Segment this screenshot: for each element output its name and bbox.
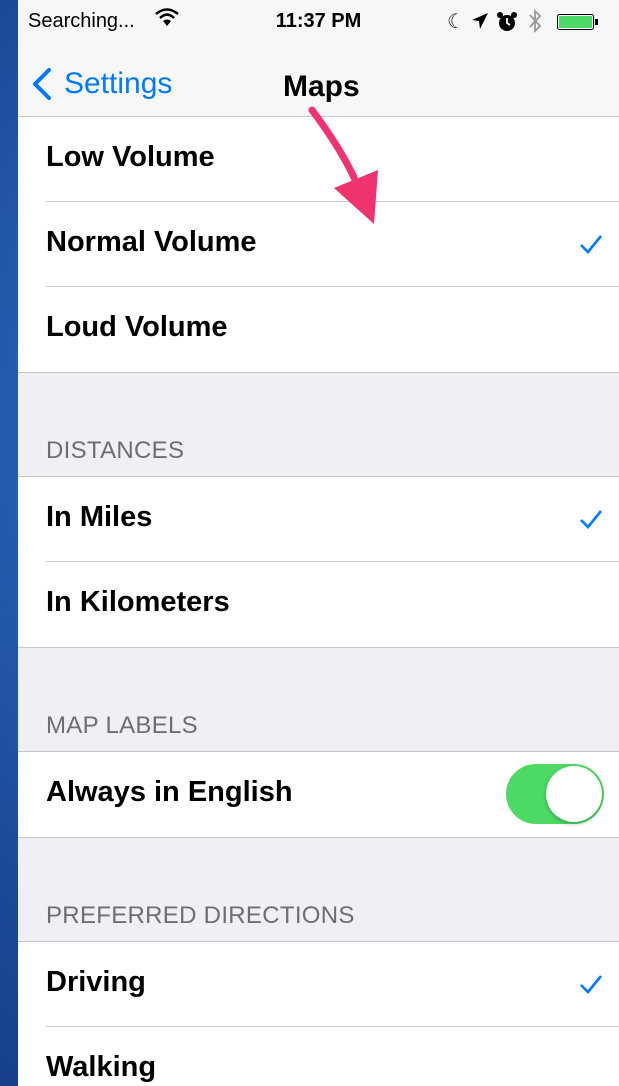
cell-label: In Kilometers — [46, 586, 230, 618]
chevron-left-icon — [33, 68, 51, 100]
alarm-icon — [497, 12, 517, 31]
section-header-distances: DISTANCES — [46, 437, 185, 464]
back-button[interactable]: Settings — [32, 66, 172, 102]
map-labels-group: Always in English — [18, 751, 619, 838]
bluetooth-icon — [529, 8, 542, 34]
always-in-english-toggle[interactable] — [506, 764, 604, 824]
location-icon — [472, 13, 488, 29]
page-title: Maps — [283, 70, 360, 103]
checkmark-icon — [580, 235, 603, 254]
list-item-always-in-english: Always in English — [18, 752, 619, 837]
cell-label: Normal Volume — [46, 226, 257, 258]
battery-icon — [557, 14, 598, 30]
cell-label: Driving — [46, 966, 146, 998]
back-label: Settings — [64, 67, 173, 100]
cell-label: Walking — [46, 1051, 157, 1083]
section-header-map-labels: MAP LABELS — [46, 712, 198, 739]
status-bar: Searching... 11:37 PM ☾ — [18, 0, 619, 44]
list-item-in-miles[interactable]: In Miles — [18, 477, 619, 562]
checkmark-icon — [580, 510, 603, 529]
list-item-driving[interactable]: Driving — [18, 942, 619, 1027]
list-item-walking[interactable]: Walking — [18, 1027, 619, 1086]
distances-group: In Miles In Kilometers — [18, 476, 619, 648]
cell-label: In Miles — [46, 501, 153, 533]
moon-icon: ☾ — [447, 11, 465, 33]
phone-screen: Searching... 11:37 PM ☾ Settings Maps Lo… — [18, 0, 619, 1086]
section-header-preferred-directions: PREFERRED DIRECTIONS — [46, 902, 355, 929]
list-item-in-kilometers[interactable]: In Kilometers — [18, 562, 619, 647]
list-item-loud-volume[interactable]: Loud Volume — [18, 287, 619, 372]
cell-label: Loud Volume — [46, 311, 228, 343]
preferred-directions-group: Driving Walking — [18, 941, 619, 1086]
checkmark-icon — [580, 975, 603, 994]
cell-label: Always in English — [46, 776, 293, 808]
annotation-arrow-icon — [308, 106, 378, 224]
toggle-knob — [546, 766, 602, 822]
cell-label: Low Volume — [46, 141, 215, 173]
